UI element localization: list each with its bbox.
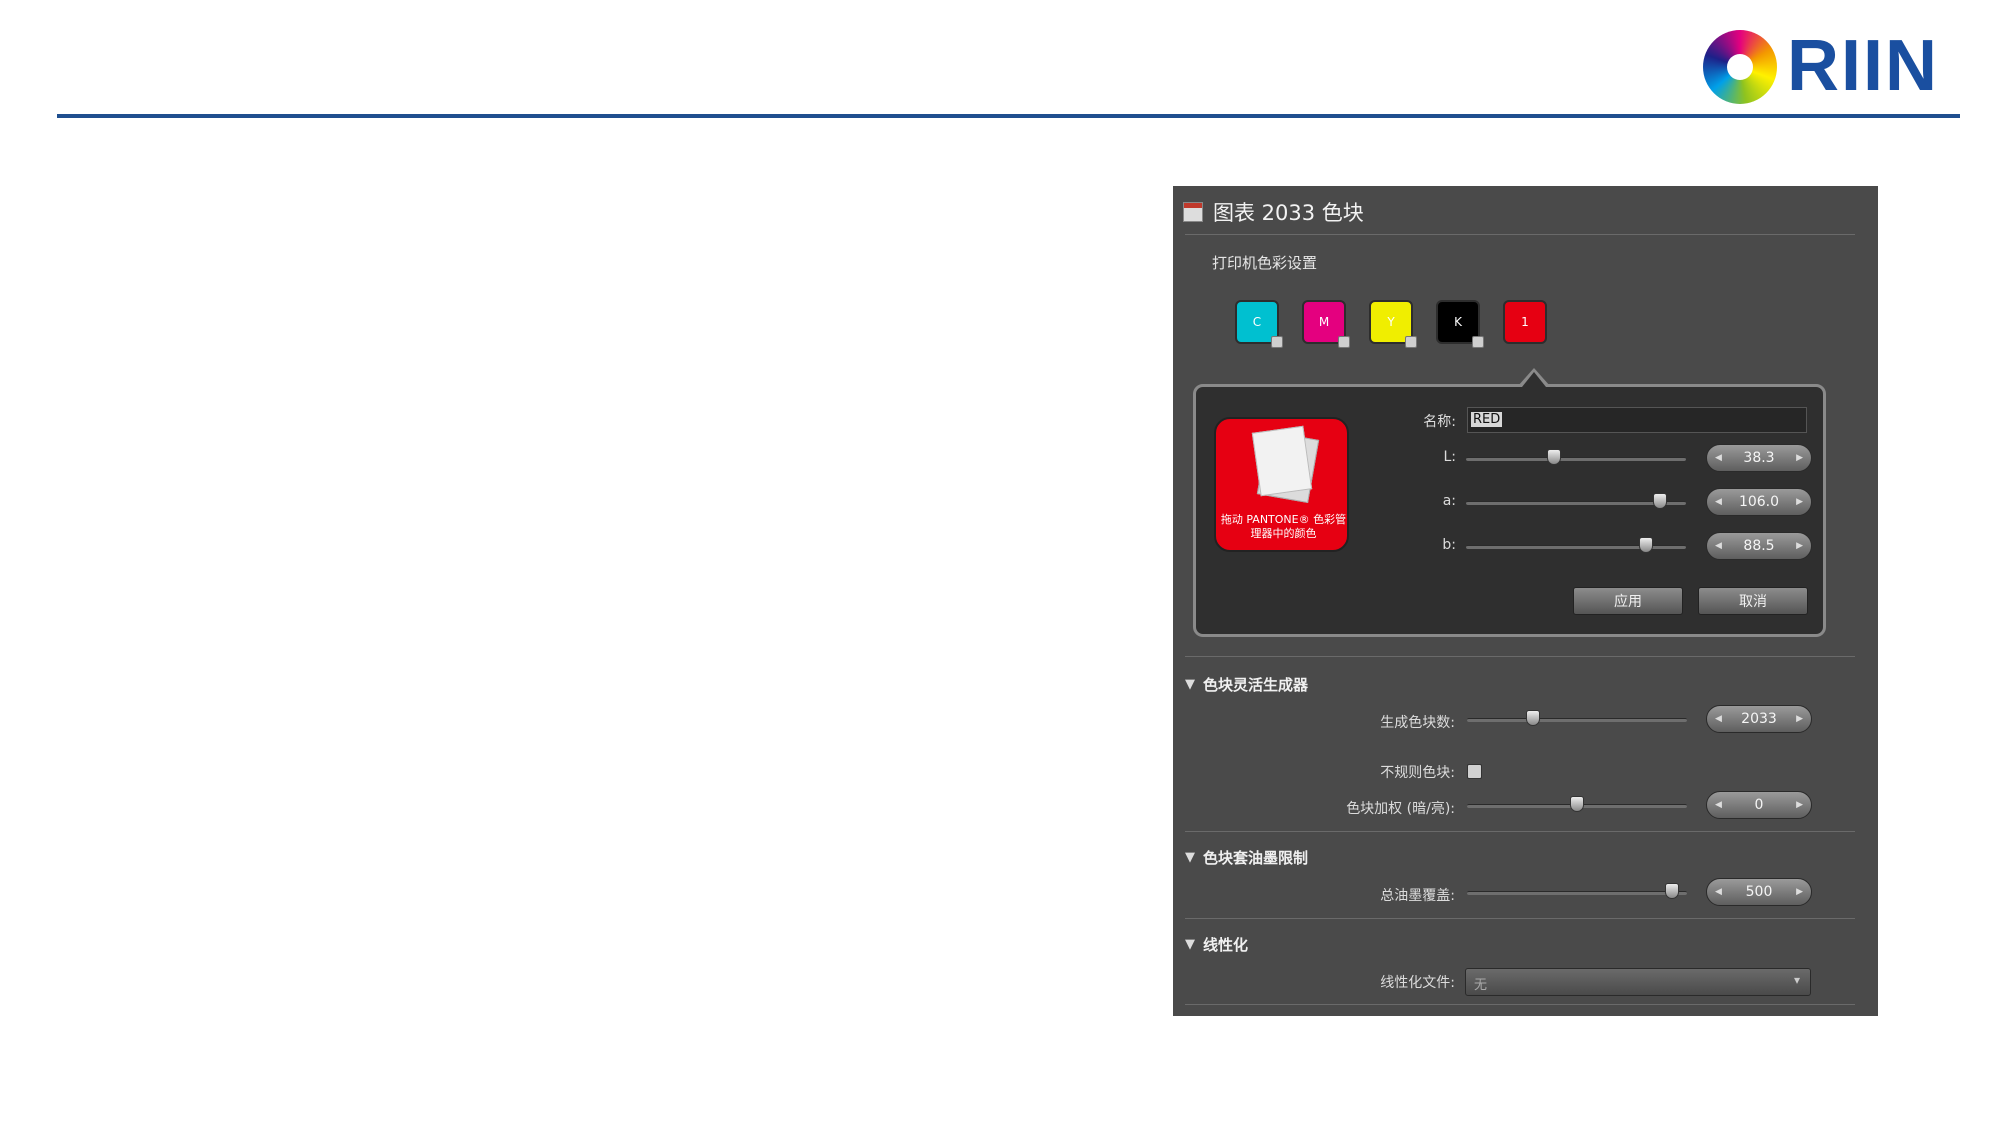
generator-title: 色块灵活生成器 — [1203, 676, 1309, 694]
increment-arrow-icon[interactable]: ▶ — [1796, 497, 1803, 507]
weight-spinbox[interactable]: ◀ 0 ▶ — [1706, 791, 1812, 819]
linearization-file-select[interactable]: 无 ▾ — [1465, 968, 1811, 996]
chevron-down-icon: ▾ — [1793, 973, 1800, 987]
b-label: b: — [1442, 537, 1456, 553]
count-value: 2033 — [1741, 711, 1777, 727]
increment-arrow-icon[interactable]: ▶ — [1796, 714, 1803, 724]
a-slider-thumb[interactable] — [1652, 493, 1667, 509]
b-slider-thumb[interactable] — [1639, 537, 1654, 553]
color-editor-panel: 拖动 PANTONE® 色彩管理器中的颜色 名称: RED L: ◀ 38.3 … — [1193, 384, 1826, 637]
divider — [1185, 831, 1855, 832]
ink-limit-title: 色块套油墨限制 — [1203, 849, 1309, 867]
total-ink-slider-thumb[interactable] — [1664, 883, 1679, 899]
irregular-checkbox[interactable] — [1467, 764, 1482, 779]
lock-icon — [1338, 336, 1350, 348]
total-ink-slider-track[interactable] — [1467, 891, 1687, 895]
decrement-arrow-icon[interactable]: ◀ — [1715, 453, 1722, 463]
apply-button[interactable]: 应用 — [1573, 587, 1683, 615]
linearization-title: 线性化 — [1203, 936, 1249, 954]
increment-arrow-icon[interactable]: ▶ — [1796, 800, 1803, 810]
total-ink-label: 总油墨覆盖: — [1380, 888, 1455, 904]
count-label: 生成色块数: — [1380, 715, 1455, 731]
lock-icon — [1271, 336, 1283, 348]
decrement-arrow-icon[interactable]: ◀ — [1715, 887, 1722, 897]
color-drop-well[interactable]: 拖动 PANTONE® 色彩管理器中的颜色 — [1214, 417, 1349, 552]
linearization-file-value: 无 — [1474, 978, 1488, 993]
name-label: 名称: — [1423, 414, 1456, 430]
lock-icon — [1472, 336, 1484, 348]
panel-pointer-inner — [1522, 372, 1546, 387]
ink-swatch-4[interactable]: 1 — [1503, 300, 1547, 344]
b-spinbox[interactable]: ◀ 88.5 ▶ — [1706, 532, 1812, 560]
cancel-button[interactable]: 取消 — [1698, 587, 1808, 615]
collapse-triangle-icon[interactable]: ▼ — [1185, 677, 1195, 692]
count-slider-track[interactable] — [1467, 718, 1687, 722]
a-value: 106.0 — [1738, 494, 1780, 510]
l-value: 38.3 — [1743, 450, 1775, 466]
divider — [1185, 234, 1855, 235]
total-ink-value: 500 — [1745, 884, 1773, 900]
slide: RIIN 图表 2033 色块 打印机色彩设置 CMYK1 拖动 PANTONE… — [0, 0, 2001, 1125]
lock-icon — [1405, 336, 1417, 348]
ink-swatch-1[interactable]: M — [1302, 300, 1350, 348]
chart-dialog: 图表 2033 色块 打印机色彩设置 CMYK1 拖动 PANTONE® 色彩管… — [1173, 186, 1878, 1016]
riin-logo: RIIN — [1703, 26, 1953, 106]
paper-icon — [1251, 425, 1313, 497]
increment-arrow-icon[interactable]: ▶ — [1796, 541, 1803, 551]
irregular-label: 不规则色块: — [1380, 765, 1455, 781]
collapse-triangle-icon[interactable]: ▼ — [1185, 850, 1195, 865]
ink-swatch-2[interactable]: Y — [1369, 300, 1417, 348]
l-label: L: — [1443, 449, 1456, 465]
collapse-triangle-icon[interactable]: ▼ — [1185, 937, 1195, 952]
name-value: RED — [1471, 412, 1503, 427]
logo-text: RIIN — [1787, 26, 1939, 106]
divider — [1185, 918, 1855, 919]
weight-value: 0 — [1754, 797, 1764, 813]
a-label: a: — [1442, 493, 1456, 509]
a-spinbox[interactable]: ◀ 106.0 ▶ — [1706, 488, 1812, 516]
name-input[interactable]: RED — [1467, 407, 1807, 433]
total-ink-spinbox[interactable]: ◀ 500 ▶ — [1706, 878, 1812, 906]
l-slider-track[interactable] — [1466, 457, 1686, 461]
ink-swatch-0[interactable]: C — [1235, 300, 1283, 348]
increment-arrow-icon[interactable]: ▶ — [1796, 453, 1803, 463]
decrement-arrow-icon[interactable]: ◀ — [1715, 497, 1722, 507]
count-slider-thumb[interactable] — [1526, 710, 1540, 726]
weight-label: 色块加权 (暗/亮): — [1346, 801, 1455, 817]
generator-section-header[interactable]: ▼ 色块灵活生成器 — [1185, 674, 1308, 695]
decrement-arrow-icon[interactable]: ◀ — [1715, 714, 1722, 724]
weight-slider-thumb[interactable] — [1570, 796, 1584, 812]
drop-well-caption: 拖动 PANTONE® 色彩管理器中的颜色 — [1220, 513, 1347, 540]
count-spinbox[interactable]: ◀ 2033 ▶ — [1706, 705, 1812, 733]
increment-arrow-icon[interactable]: ▶ — [1796, 887, 1803, 897]
decrement-arrow-icon[interactable]: ◀ — [1715, 800, 1722, 810]
l-slider-thumb[interactable] — [1547, 449, 1561, 465]
logo-pinwheel-icon — [1703, 30, 1777, 104]
l-spinbox[interactable]: ◀ 38.3 ▶ — [1706, 444, 1812, 472]
dialog-title-bar: 图表 2033 色块 — [1183, 194, 1364, 230]
chart-icon — [1183, 202, 1203, 222]
decrement-arrow-icon[interactable]: ◀ — [1715, 541, 1722, 551]
printer-section-label: 打印机色彩设置 — [1212, 254, 1318, 272]
ink-swatch-3[interactable]: K — [1436, 300, 1484, 348]
header-rule — [57, 114, 1960, 118]
divider — [1185, 656, 1855, 657]
dialog-title: 图表 2033 色块 — [1213, 201, 1364, 225]
divider — [1185, 1004, 1855, 1005]
ink-limit-section-header[interactable]: ▼ 色块套油墨限制 — [1185, 847, 1308, 868]
linearization-section-header[interactable]: ▼ 线性化 — [1185, 934, 1248, 955]
linearization-file-label: 线性化文件: — [1380, 975, 1455, 991]
b-value: 88.5 — [1743, 538, 1775, 554]
